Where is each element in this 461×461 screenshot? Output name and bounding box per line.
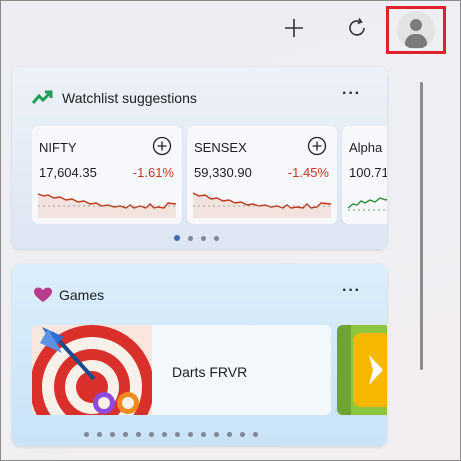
pager-dot[interactable] <box>136 432 141 437</box>
pager-dot[interactable] <box>240 432 245 437</box>
games-card: Games ··· Darts FRVR <box>12 264 387 446</box>
stock-carousel: NIFTY 17,604.35 -1.61% SENSEX 59,330.90 … <box>32 126 387 224</box>
watchlist-card: Watchlist suggestions ··· NIFTY 17,604.3… <box>12 67 387 249</box>
pager-dot[interactable] <box>201 235 206 241</box>
pager-dot[interactable] <box>97 432 102 437</box>
refresh-button[interactable] <box>343 14 371 42</box>
pager-dot[interactable] <box>214 432 219 437</box>
profile-button[interactable] <box>386 6 446 54</box>
trending-up-icon <box>32 90 53 104</box>
add-to-watchlist-icon[interactable] <box>152 136 172 156</box>
pager-dot[interactable] <box>84 432 89 437</box>
watchlist-title: Watchlist suggestions <box>62 90 197 106</box>
games-pager <box>84 432 258 437</box>
pager-dot[interactable] <box>149 432 154 437</box>
watchlist-pager <box>174 235 219 241</box>
pager-dot[interactable] <box>162 432 167 437</box>
stock-change: -1.45% <box>287 165 329 180</box>
pager-dot[interactable] <box>174 235 180 241</box>
scrollbar[interactable] <box>420 82 423 370</box>
pager-dot[interactable] <box>188 235 193 241</box>
stock-price: 100.71 <box>349 165 387 180</box>
games-title: Games <box>59 287 105 303</box>
stock-symbol: NIFTY <box>39 140 77 155</box>
add-to-watchlist-icon[interactable] <box>307 136 327 156</box>
pager-dot[interactable] <box>123 432 128 437</box>
game-thumbnail <box>32 325 152 415</box>
game-item-darts[interactable]: Darts FRVR <box>32 325 331 415</box>
sparkline-chart <box>348 197 387 211</box>
stock-price: 59,330.90 <box>194 165 252 180</box>
stock-card-sensex[interactable]: SENSEX 59,330.90 -1.45% <box>187 126 337 224</box>
sparkline-chart <box>193 192 331 218</box>
pager-dot[interactable] <box>214 235 219 241</box>
stock-change: -1.61% <box>132 165 174 180</box>
pager-dot[interactable] <box>188 432 193 437</box>
games-more-button[interactable]: ··· <box>342 282 361 300</box>
game-thumbnail-icon <box>337 325 387 415</box>
pager-dot[interactable] <box>201 432 206 437</box>
game-item-next[interactable] <box>337 325 387 415</box>
stock-price: 17,604.35 <box>39 165 97 180</box>
dartboard-icon <box>32 325 152 415</box>
watchlist-more-button[interactable]: ··· <box>342 85 361 103</box>
add-button[interactable] <box>280 14 308 42</box>
pager-dot[interactable] <box>253 432 258 437</box>
sparkline-chart <box>38 193 176 218</box>
pager-dot[interactable] <box>227 432 232 437</box>
avatar-icon <box>397 11 435 49</box>
game-name: Darts FRVR <box>172 364 248 380</box>
stock-symbol: Alpha <box>349 140 383 155</box>
pager-dot[interactable] <box>110 432 115 437</box>
plus-icon <box>285 19 303 37</box>
heart-icon <box>34 287 52 302</box>
refresh-icon <box>349 18 365 36</box>
stock-symbol: SENSEX <box>194 140 247 155</box>
stock-card-alpha[interactable]: Alpha 100.71 <box>342 126 387 224</box>
stock-card-nifty[interactable]: NIFTY 17,604.35 -1.61% <box>32 126 182 224</box>
pager-dot[interactable] <box>175 432 180 437</box>
